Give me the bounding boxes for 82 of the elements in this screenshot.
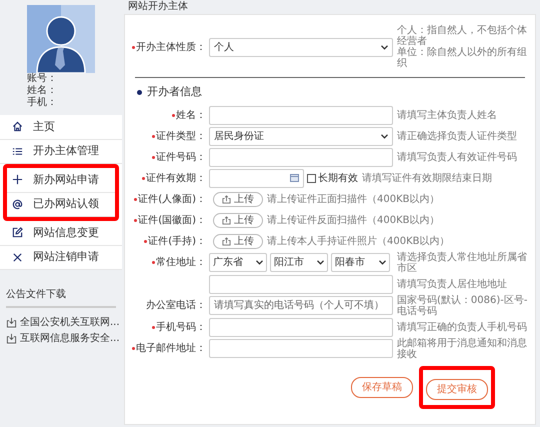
nav-label: 网站注销申请	[33, 249, 99, 265]
upload-icon	[222, 216, 231, 224]
nav-item[interactable]: 网站注销申请	[0, 246, 122, 270]
field-label: 证件(国徽面)：	[138, 214, 206, 228]
field-label: 开办主体性质：	[136, 40, 206, 54]
profile-label: 姓名：	[27, 85, 58, 96]
hint-text: 请填写负责人有效证件号码	[396, 152, 517, 162]
hint-text: 请填写正确的负责人手机号码	[396, 322, 527, 332]
upload-button[interactable]: 上传	[213, 234, 263, 248]
hint-text: 请填写负责人居住地地址	[396, 278, 507, 290]
caret-icon	[379, 260, 386, 265]
field-label: 姓名：	[176, 108, 206, 122]
checkbox-label: 长期有效	[318, 172, 358, 186]
list-icon	[12, 146, 23, 157]
field-label: 证件有效期：	[146, 172, 206, 186]
calendar-icon	[290, 174, 299, 182]
hint-text: 单位：除自然人以外的所有组织	[396, 47, 528, 69]
hint-text: 国家号码(默认：0086)-区号-电话号码	[396, 294, 528, 316]
field-label: 电子邮件地址：	[136, 342, 206, 356]
avatar-icon	[27, 5, 95, 73]
hint-text: 请填写主体负责人姓名	[396, 110, 497, 120]
select-field[interactable]: 阳春市	[331, 253, 390, 272]
at-icon	[12, 198, 23, 210]
nav-label: 网站信息变更	[33, 224, 99, 240]
hint-text: 个人：指自然人，不包括个体经营者	[396, 25, 528, 47]
nav-label: 新办网站申请	[33, 172, 99, 188]
field-label: 常住地址：	[156, 256, 206, 270]
nav-label: 已办网站认领	[33, 196, 99, 212]
input-field[interactable]	[209, 339, 393, 358]
edit-icon	[12, 227, 23, 238]
upload-icon	[222, 194, 231, 204]
section-heading: 公告文件下载	[6, 287, 116, 308]
hint-text: 请选择负责人常住地址所属省市区	[396, 252, 528, 274]
upload-button[interactable]: 上传	[213, 192, 263, 206]
field-label: 办公室电话：	[146, 298, 206, 313]
profile-label: 手机：	[27, 97, 58, 109]
field-label: 证件类型：	[156, 130, 206, 144]
hint-text: 请填写证件有效期限结束日期	[361, 172, 492, 184]
field-label: 证件号码：	[156, 150, 206, 164]
download-link[interactable]: 全国公安机关互联网...	[20, 314, 120, 330]
select-field[interactable]: 广东省	[209, 253, 267, 272]
close-icon	[12, 252, 23, 263]
section-heading: 开办者信息	[147, 84, 202, 100]
nav-item[interactable]: 已办网站认领	[7, 192, 115, 217]
field-label: 证件(手持)：	[148, 234, 206, 248]
select-field[interactable]: 个人	[209, 38, 393, 56]
select-field[interactable]: 阳江市	[270, 253, 328, 272]
nav-item[interactable]: 网站信息变更	[0, 221, 122, 246]
input-field[interactable]: 请填写真实的电话号码（个人可不填）	[209, 296, 393, 315]
select-field[interactable]: 居民身份证	[209, 126, 393, 146]
input-field[interactable]	[209, 318, 393, 336]
hint-text: 请上传本人手持证件照片（400KB以内）	[266, 236, 450, 246]
download-icon	[6, 332, 17, 344]
upload-button[interactable]: 上传	[213, 212, 263, 228]
caret-icon	[381, 134, 388, 138]
field-label: 手机号码：	[156, 320, 206, 334]
download-link[interactable]: 互联网信息服务安全...	[20, 330, 120, 346]
field-label: 证件(人像面)：	[138, 192, 206, 206]
hint-text: 请上传证件正面扫描件（400KB以内）	[266, 194, 440, 204]
caret-icon	[381, 44, 388, 50]
nav-item[interactable]: 新办网站申请	[7, 168, 115, 192]
nav-label: 主页	[33, 118, 55, 134]
hint-text: 请正确选择负责人证件类型	[396, 130, 517, 142]
bullet-icon	[137, 90, 142, 95]
checkbox[interactable]	[307, 174, 316, 182]
date-field[interactable]	[209, 168, 304, 188]
home-icon	[12, 121, 23, 132]
input-field[interactable]	[209, 106, 393, 124]
input-field[interactable]	[209, 148, 393, 166]
panel-title: 网站开办主体	[127, 0, 189, 14]
profile-label: 账号：	[27, 73, 58, 85]
plus-icon	[12, 174, 23, 186]
nav-item[interactable]: 开办主体管理	[0, 140, 122, 164]
caret-icon	[317, 260, 324, 265]
caret-icon	[256, 260, 263, 265]
upload-icon	[222, 236, 231, 246]
download-icon	[6, 316, 17, 328]
nav-item[interactable]: 主页	[0, 115, 122, 140]
nav-label: 开办主体管理	[33, 143, 99, 159]
input-field[interactable]	[209, 274, 393, 294]
hint-text: 请上传证件反面扫描件（400KB以内）	[266, 214, 440, 226]
hint-text: 此邮箱将用于消息通知和消息接收	[396, 338, 528, 360]
